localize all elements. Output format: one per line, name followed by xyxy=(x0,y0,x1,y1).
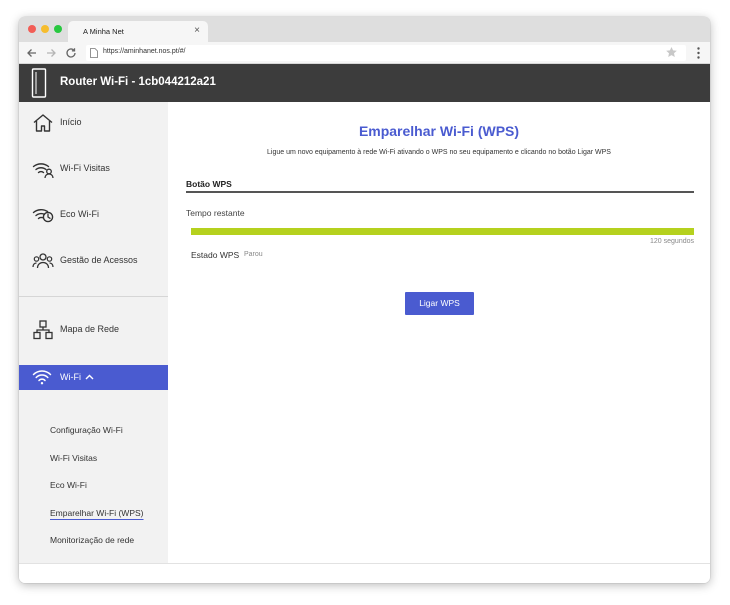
browser-tab[interactable]: A Minha Net × xyxy=(68,21,208,42)
page-title: Emparelhar Wi-Fi (WPS) xyxy=(358,123,520,139)
page-subtitle: Ligue um novo equipamento à rede Wi-Fi a… xyxy=(267,149,611,156)
page-footer xyxy=(19,563,710,583)
home-icon xyxy=(33,114,53,132)
forward-arrow-icon[interactable] xyxy=(44,46,58,60)
back-arrow-icon[interactable] xyxy=(25,46,39,60)
submenu-emparelhar-wps[interactable]: Emparelhar Wi-Fi (WPS) xyxy=(50,508,144,518)
wps-state-value: Parou xyxy=(244,251,263,258)
app-header: Router Wi-Fi - 1cb044212a21 xyxy=(19,64,710,102)
submenu-configuracao-wifi[interactable]: Configuração Wi-Fi xyxy=(50,425,123,435)
wifi-icon xyxy=(32,370,52,385)
submenu-eco-wifi[interactable]: Eco Wi-Fi xyxy=(50,480,87,490)
sidebar-item-label: Wi-Fi xyxy=(60,372,81,382)
browser-toolbar: https://aminhanet.nos.pt/#/ xyxy=(19,42,710,64)
sidebar-item-mapa-rede[interactable]: Mapa de Rede xyxy=(19,315,168,345)
submenu-wifi-visitas[interactable]: Wi-Fi Visitas xyxy=(50,453,97,463)
router-title: Router Wi-Fi - 1cb044212a21 xyxy=(60,76,216,88)
sidebar-item-inicio[interactable]: Início xyxy=(19,108,168,138)
sidebar-item-label: Eco Wi-Fi xyxy=(60,209,99,219)
tab-strip: A Minha Net × xyxy=(19,17,710,42)
wps-state-label: Estado WPS xyxy=(191,250,240,260)
sidebar-item-label: Gestão de Acessos xyxy=(60,255,138,265)
sidebar-item-wifi[interactable]: Wi-Fi xyxy=(19,365,168,390)
progress-bar xyxy=(191,228,694,235)
ligar-wps-button[interactable]: Ligar WPS xyxy=(405,292,474,315)
bookmark-star-icon[interactable] xyxy=(665,46,678,59)
remaining-time-label: Tempo restante xyxy=(186,208,245,218)
main-content: Emparelhar Wi-Fi (WPS) Ligue um novo equ… xyxy=(168,102,710,563)
network-map-icon xyxy=(33,320,53,340)
maximize-window-button[interactable] xyxy=(54,25,62,33)
submenu-monitorizacao-rede[interactable]: Monitorização de rede xyxy=(50,535,134,545)
section-title: Botão WPS xyxy=(186,179,232,189)
sidebar-divider xyxy=(19,296,168,297)
sidebar-item-wifi-visitas[interactable]: Wi-Fi Visitas xyxy=(19,154,168,184)
router-icon xyxy=(31,68,47,98)
seconds-remaining: 120 segundos xyxy=(650,238,694,245)
minimize-window-button[interactable] xyxy=(41,25,49,33)
tab-title: A Minha Net xyxy=(83,27,124,36)
sidebar-item-label: Início xyxy=(60,117,82,127)
users-icon xyxy=(32,253,54,269)
progress-fill xyxy=(191,228,694,235)
sidebar-item-label: Wi-Fi Visitas xyxy=(60,163,110,173)
page-icon xyxy=(90,48,98,58)
guest-wifi-icon xyxy=(32,163,54,179)
tab-close-icon[interactable]: × xyxy=(194,24,200,38)
close-window-button[interactable] xyxy=(28,25,36,33)
browser-menu-icon[interactable] xyxy=(697,47,700,59)
reload-icon[interactable] xyxy=(64,46,78,60)
sidebar-item-gestao-acessos[interactable]: Gestão de Acessos xyxy=(19,246,168,276)
browser-window: A Minha Net × https://aminhanet.nos.pt/#… xyxy=(19,17,710,583)
sidebar-item-eco-wifi[interactable]: Eco Wi-Fi xyxy=(19,200,168,230)
address-bar[interactable]: https://aminhanet.nos.pt/#/ xyxy=(86,45,686,61)
url-text: https://aminhanet.nos.pt/#/ xyxy=(103,48,186,55)
sidebar: Início Wi-Fi Visitas Eco Wi-Fi Gestão de… xyxy=(19,102,168,563)
chevron-up-icon xyxy=(85,374,94,380)
eco-wifi-icon xyxy=(32,209,54,223)
sidebar-item-label: Mapa de Rede xyxy=(60,324,120,334)
section-divider xyxy=(186,191,694,193)
